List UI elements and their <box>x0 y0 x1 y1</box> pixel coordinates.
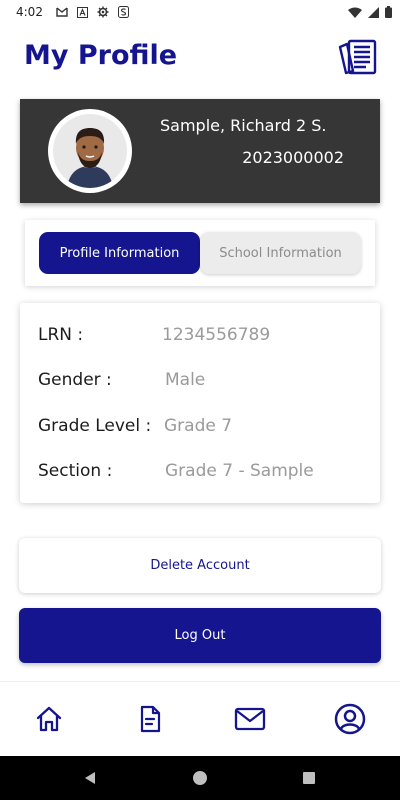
logout-button[interactable]: Log Out <box>19 608 381 663</box>
recents-icon[interactable] <box>299 768 319 788</box>
tab-school-information[interactable]: School Information <box>200 232 361 274</box>
system-nav-bar <box>0 756 400 800</box>
status-time: 4:02 <box>16 5 43 19</box>
battery-icon <box>385 6 392 18</box>
gmail-icon <box>56 7 68 17</box>
info-value: 1234556789 <box>162 325 271 345</box>
back-icon[interactable] <box>80 768 100 788</box>
info-row-section: Section : Grade 7 - Sample <box>38 458 370 484</box>
settings-icon <box>97 6 109 18</box>
tabs-card: Profile Information School Information <box>25 220 375 286</box>
avatar <box>48 109 132 193</box>
info-label: Grade Level : <box>38 416 152 436</box>
info-label: LRN : <box>38 325 84 345</box>
info-value: Grade 7 <box>164 416 233 436</box>
font-a-icon <box>76 6 88 18</box>
newspaper-icon[interactable] <box>336 38 378 76</box>
info-label: Gender : <box>38 370 112 390</box>
tab-profile-information[interactable]: Profile Information <box>39 232 200 274</box>
info-value: Grade 7 - Sample <box>165 461 314 481</box>
info-card: LRN : 1234556789 Gender : Male Grade Lev… <box>20 303 380 503</box>
info-row-lrn: LRN : 1234556789 <box>38 322 370 348</box>
s-icon <box>117 6 129 18</box>
bottom-nav <box>0 681 400 756</box>
info-label: Section : <box>38 461 113 481</box>
status-bar: 4:02 <box>0 0 400 24</box>
info-value: Male <box>165 370 206 390</box>
profile-card: Sample, Richard 2 S. 2023000002 <box>20 99 380 203</box>
wifi-icon <box>348 7 362 18</box>
cell-signal-icon <box>368 6 379 18</box>
home-icon[interactable] <box>32 702 66 736</box>
mail-icon[interactable] <box>233 702 267 736</box>
document-icon[interactable] <box>133 702 167 736</box>
delete-account-button[interactable]: Delete Account <box>19 538 381 593</box>
page-title: My Profile <box>24 40 178 71</box>
info-row-grade-level: Grade Level : Grade 7 <box>38 413 370 439</box>
profile-name: Sample, Richard 2 S. <box>160 116 327 135</box>
profile-icon[interactable] <box>333 702 367 736</box>
profile-id: 2023000002 <box>242 148 344 167</box>
home-circle-icon[interactable] <box>190 768 210 788</box>
info-row-gender: Gender : Male <box>38 367 370 393</box>
